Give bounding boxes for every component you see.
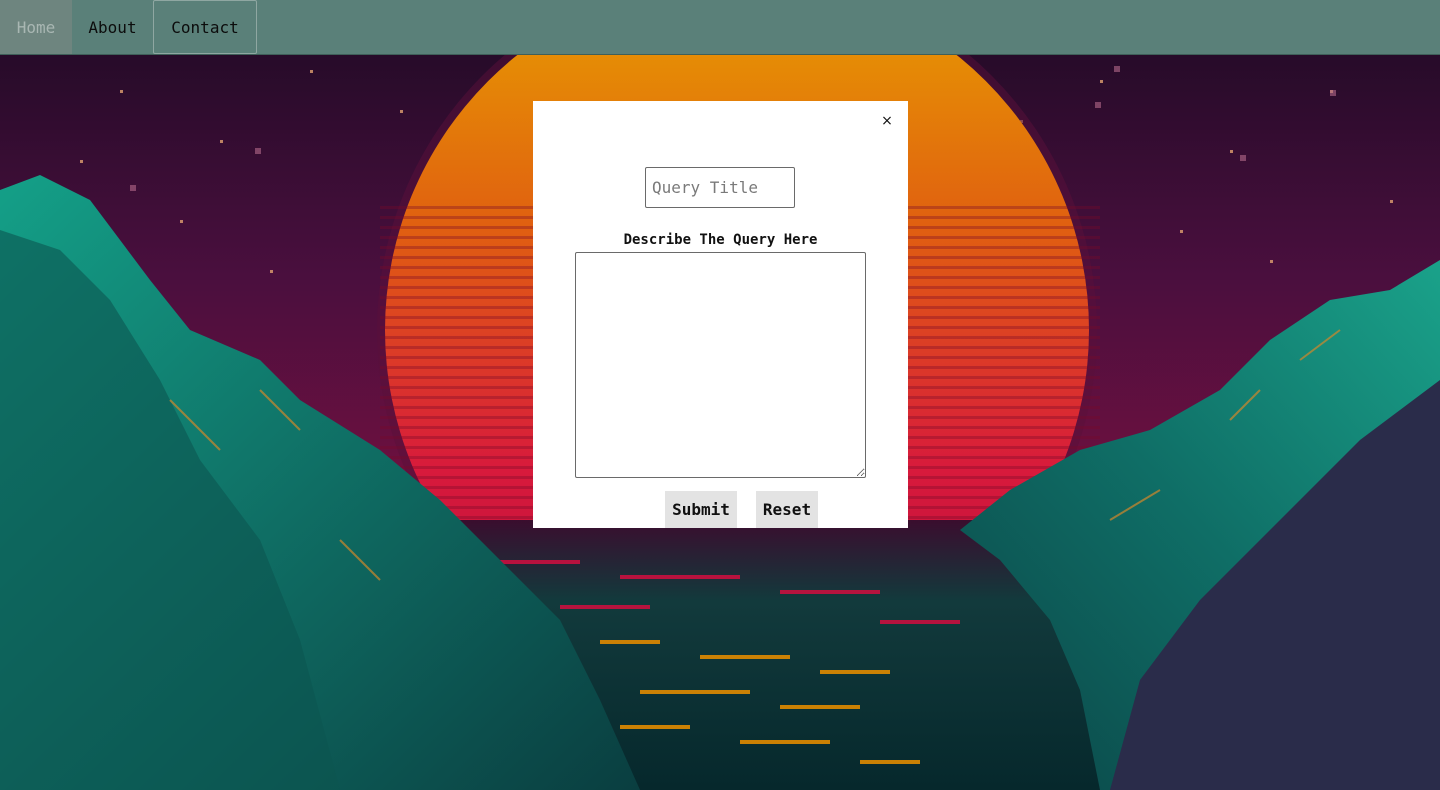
nav-contact-link[interactable]: Contact [153, 0, 257, 54]
query-modal: × Describe The Query Here Submit Reset [533, 101, 908, 528]
nav-about-link[interactable]: About [72, 0, 153, 54]
submit-button[interactable]: Submit [665, 491, 737, 528]
top-nav: Home About Contact [0, 0, 1440, 55]
nav-home-link[interactable]: Home [0, 0, 72, 54]
query-description-label: Describe The Query Here [623, 232, 818, 248]
query-description-textarea[interactable] [575, 252, 866, 478]
reset-button[interactable]: Reset [756, 491, 818, 528]
query-title-input[interactable] [645, 167, 795, 208]
close-icon[interactable]: × [880, 113, 894, 129]
